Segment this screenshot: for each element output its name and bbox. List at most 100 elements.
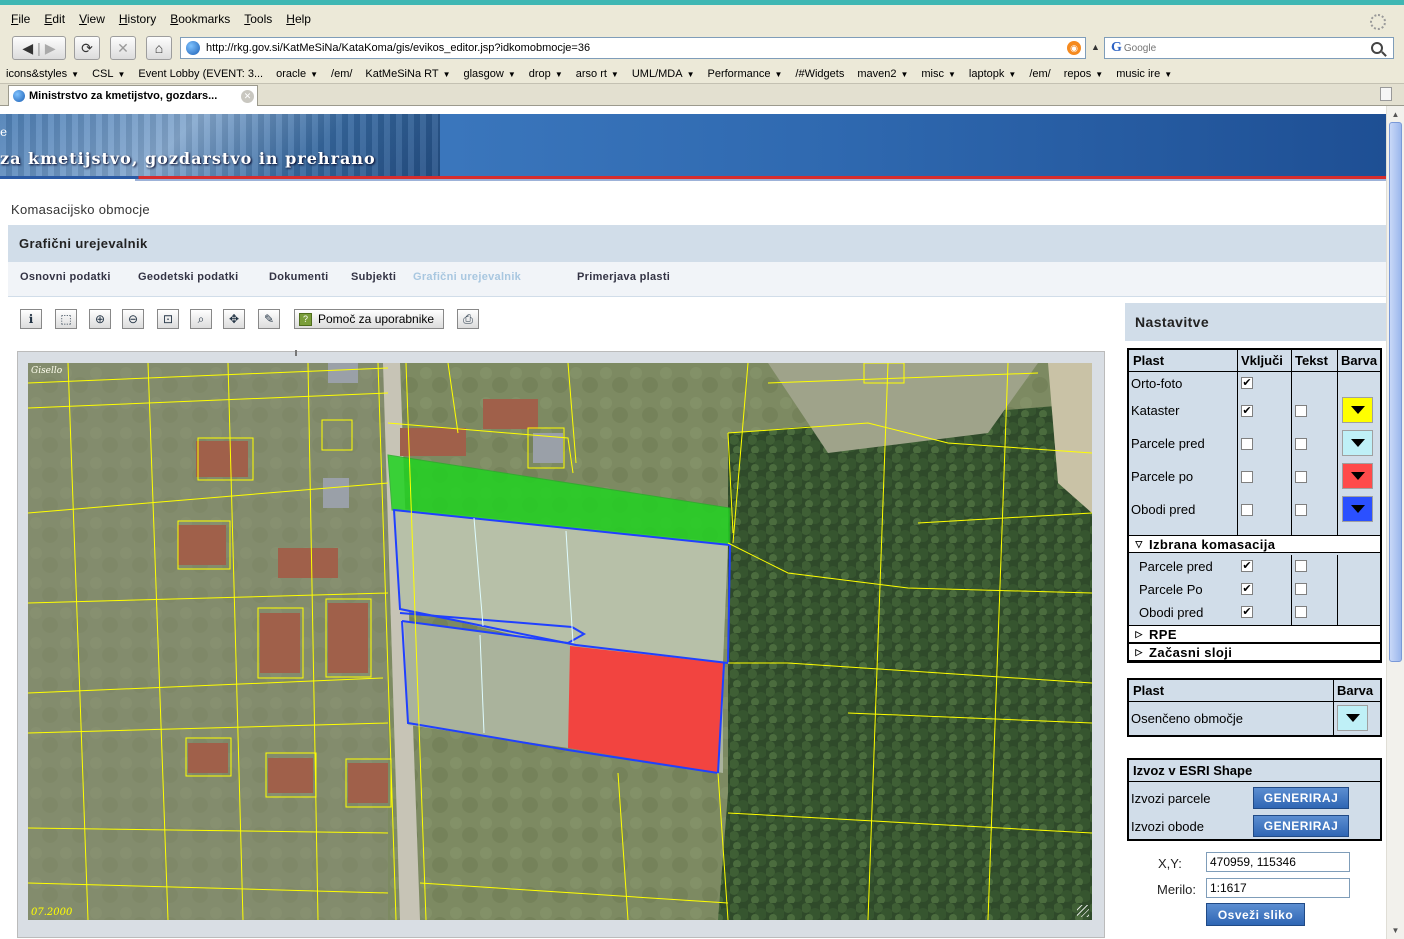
home-button[interactable]: ⌂ — [146, 36, 172, 60]
back-forward-button[interactable]: ◀ | ▶ — [12, 36, 66, 60]
layer-obodi-pred-on-checkbox[interactable] — [1241, 504, 1253, 516]
tool-measure-button[interactable]: ⌕ — [190, 309, 212, 329]
nav-primerjava-plasti[interactable]: Primerjava plasti — [577, 271, 670, 283]
menu-file[interactable]: File — [4, 12, 37, 26]
generate-boundaries-button[interactable]: GENERIRAJ — [1253, 815, 1349, 837]
menu-tools[interactable]: Tools — [237, 12, 279, 26]
layer-parcele-po-on-checkbox[interactable] — [1241, 471, 1253, 483]
google-engine-icon[interactable]: G — [1111, 40, 1122, 56]
section-zacasni-sloji[interactable]: ▷ Začasni sloji — [1129, 643, 1380, 661]
layer-parcele-pred-color-picker[interactable] — [1342, 430, 1373, 456]
layer-parcele-po-text-checkbox[interactable] — [1295, 471, 1307, 483]
list-all-tabs-icon[interactable] — [1380, 87, 1392, 101]
section-rpe[interactable]: ▷ RPE — [1129, 625, 1380, 643]
scroll-up-icon[interactable]: ▲ — [1388, 107, 1403, 122]
nav-dokumenti[interactable]: Dokumenti — [269, 271, 329, 283]
menu-view[interactable]: View — [72, 12, 112, 26]
tab-close-icon[interactable]: ✕ — [241, 89, 254, 103]
layer-parcele-po-color-picker[interactable] — [1342, 463, 1373, 489]
scroll-down-icon[interactable]: ▼ — [1388, 923, 1403, 938]
bookmark-item[interactable]: Performance ▼ — [708, 68, 783, 80]
bookmark-dropdown-icon: ▼ — [900, 69, 909, 79]
tool-zoom-extent-button[interactable]: ⊡ — [157, 309, 179, 329]
tool-info-button[interactable]: ℹ — [20, 309, 42, 329]
nav-subjekti[interactable]: Subjekti — [351, 271, 396, 283]
layer-orto-on-checkbox[interactable]: ✔ — [1241, 377, 1253, 389]
section-izbrana-komasacija[interactable]: ▽ Izbrana komasacija — [1129, 535, 1380, 553]
coords-input[interactable] — [1206, 852, 1350, 872]
bookmark-item[interactable]: icons&styles ▼ — [6, 68, 79, 80]
selected-row-obodi-pred: Obodi pred — [1129, 601, 1380, 624]
tab-ministrstvo[interactable]: Ministrstvo za kmetijstvo, gozdars... ✕ — [8, 85, 258, 106]
address-bar[interactable]: http://rkg.gov.si/KatMeSiNa/KataKoma/gis… — [180, 37, 1086, 59]
layer-obodi-pred-text-checkbox[interactable] — [1295, 504, 1307, 516]
bookmark-label: arso rt — [575, 67, 607, 80]
menu-bookmarks[interactable]: Bookmarks — [163, 12, 237, 26]
bookmark-label: music ire — [1116, 67, 1161, 80]
ministry-banner: e za kmetijstvo, gozdarstvo in prehrano — [0, 114, 1386, 178]
bookmark-item[interactable]: repos ▼ — [1064, 68, 1103, 80]
bookmark-item[interactable]: music ire ▼ — [1116, 68, 1172, 80]
bookmark-item[interactable]: drop ▼ — [529, 68, 563, 80]
menu-help[interactable]: Help — [279, 12, 318, 26]
history-dropdown-icon[interactable]: ▲ — [1091, 42, 1100, 52]
menu-history[interactable]: History — [112, 12, 163, 26]
bookmark-item[interactable]: glasgow ▼ — [464, 68, 516, 80]
bookmark-item[interactable]: laptopk ▼ — [969, 68, 1016, 80]
bookmark-dropdown-icon: ▼ — [774, 69, 783, 79]
scale-input[interactable] — [1206, 878, 1350, 898]
search-input[interactable] — [1123, 42, 1371, 54]
layer-parcele-pred-text-checkbox[interactable] — [1295, 438, 1307, 450]
scrollbar-thumb[interactable] — [1389, 122, 1402, 662]
tool-zoom-out-button[interactable]: ⊖ — [122, 309, 144, 329]
selected-parcele-pred-on-checkbox[interactable]: ✔ — [1241, 560, 1253, 572]
print-button[interactable]: ⎙ — [457, 309, 479, 329]
bookmark-item[interactable]: CSL ▼ — [92, 68, 125, 80]
refresh-image-button[interactable]: Osveži sliko — [1206, 903, 1305, 926]
generate-parcels-button[interactable]: GENERIRAJ — [1253, 787, 1349, 809]
feed-icon[interactable]: ◉ — [1067, 41, 1081, 55]
nav-geodetski-podatki[interactable]: Geodetski podatki — [138, 271, 238, 283]
selected-obodi-pred-text-checkbox[interactable] — [1295, 606, 1307, 618]
bookmark-item[interactable]: /em/ — [1029, 68, 1050, 80]
reload-button[interactable]: ⟳ — [74, 36, 100, 60]
search-icon[interactable] — [1371, 42, 1383, 54]
page-scrollbar[interactable]: ▲ ▼ — [1386, 106, 1404, 939]
tool-zoom-box-button[interactable]: ⬚ — [55, 309, 77, 329]
ortho-map[interactable]: Gisello 07.2000 — [28, 363, 1092, 920]
bookmark-item[interactable]: KatMeSiNa RT ▼ — [365, 68, 450, 80]
bookmark-item[interactable]: oracle ▼ — [276, 68, 318, 80]
bookmark-item[interactable]: UML/MDA ▼ — [632, 68, 695, 80]
search-bar[interactable]: G — [1104, 37, 1394, 59]
tool-zoom-in-button[interactable]: ⊕ — [89, 309, 111, 329]
layer-kataster-text-checkbox[interactable] — [1295, 405, 1307, 417]
layer-kataster-on-checkbox[interactable]: ✔ — [1241, 405, 1253, 417]
map-canvas[interactable] — [28, 363, 1092, 920]
help-button[interactable]: ? Pomoč za uporabnike — [294, 309, 444, 329]
bookmark-item[interactable]: Event Lobby (EVENT: 3... — [138, 68, 263, 80]
stop-button[interactable]: ✕ — [110, 36, 136, 60]
layer-parcele-pred-on-checkbox[interactable] — [1241, 438, 1253, 450]
selected-obodi-pred-on-checkbox[interactable]: ✔ — [1241, 606, 1253, 618]
menu-edit[interactable]: Edit — [37, 12, 72, 26]
bookmark-item[interactable]: arso rt ▼ — [576, 68, 619, 80]
address-url[interactable]: http://rkg.gov.si/KatMeSiNa/KataKoma/gis… — [206, 42, 1067, 54]
page-title: Grafični urejevalnik — [8, 225, 1386, 262]
bookmark-item[interactable]: misc ▼ — [921, 68, 956, 80]
selected-parcele-po-on-checkbox[interactable]: ✔ — [1241, 583, 1253, 595]
shade-color-picker[interactable] — [1337, 705, 1368, 731]
selected-parcele-pred-text-checkbox[interactable] — [1295, 560, 1307, 572]
map-resize-grip-icon[interactable] — [1077, 905, 1089, 917]
bookmark-item[interactable]: /#Widgets — [795, 68, 844, 80]
tool-edit-button[interactable]: ✎ — [258, 309, 280, 329]
layer-kataster-color-picker[interactable] — [1342, 397, 1373, 423]
selected-parcele-po-text-checkbox[interactable] — [1295, 583, 1307, 595]
nav-osnovni-podatki[interactable]: Osnovni podatki — [20, 271, 111, 283]
bookmark-item[interactable]: /em/ — [331, 68, 352, 80]
tool-pan-button[interactable]: ✥ — [223, 309, 245, 329]
bookmark-label: /#Widgets — [795, 67, 845, 80]
nav-graficni-urejevalnik[interactable]: Grafični urejevalnik — [413, 271, 521, 283]
layer-obodi-pred-color-picker[interactable] — [1342, 496, 1373, 522]
zoom-box-icon: ⬚ — [60, 312, 72, 326]
bookmark-item[interactable]: maven2 ▼ — [857, 68, 908, 80]
